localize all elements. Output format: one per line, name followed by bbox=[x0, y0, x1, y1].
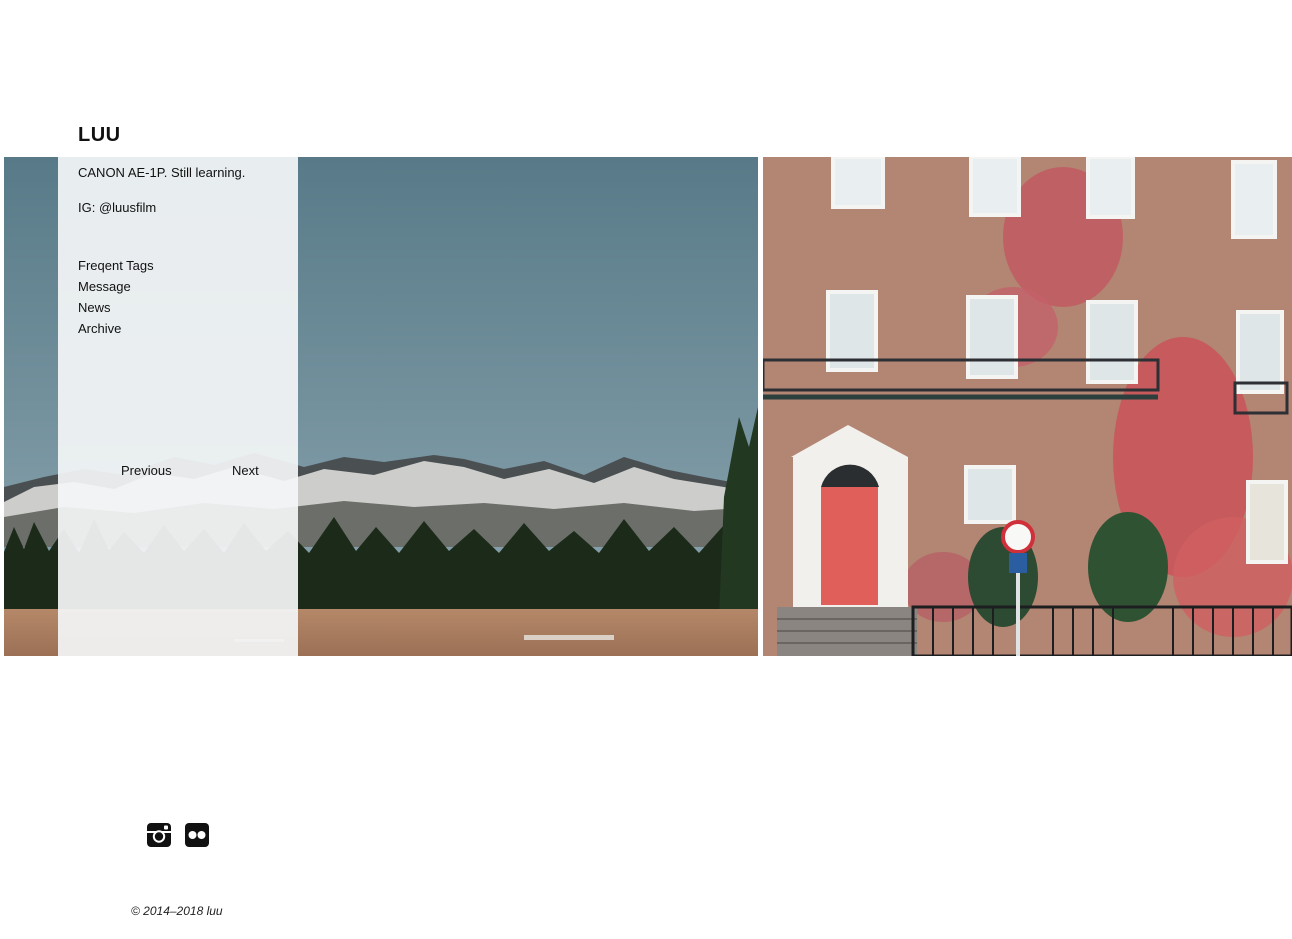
site-title[interactable]: LUU bbox=[78, 122, 121, 148]
instagram-handle: IG: @luusfilm bbox=[78, 200, 157, 215]
building-image bbox=[763, 157, 1292, 656]
footer-copyright: © 2014–2018 luu bbox=[131, 904, 223, 918]
nav-item-news[interactable]: News bbox=[78, 297, 278, 318]
flickr-icon[interactable] bbox=[184, 822, 210, 848]
nav-item-archive[interactable]: Archive bbox=[78, 318, 278, 339]
building-photo[interactable] bbox=[763, 157, 1292, 656]
instagram-icon[interactable] bbox=[146, 822, 172, 848]
previous-link[interactable]: Previous bbox=[121, 463, 172, 478]
sidebar: CANON AE-1P. Still learning. IG: @luusfi… bbox=[58, 157, 298, 656]
social-links bbox=[146, 822, 210, 848]
site-description: CANON AE-1P. Still learning. bbox=[78, 165, 246, 180]
nav-item-message[interactable]: Message bbox=[78, 276, 278, 297]
sidebar-nav: Freqent Tags Message News Archive bbox=[78, 255, 278, 339]
next-link[interactable]: Next bbox=[232, 463, 259, 478]
page: LUU CANON AE-1P. Still learning. IG: @lu… bbox=[0, 0, 1292, 939]
nav-item-freqent-tags[interactable]: Freqent Tags bbox=[78, 255, 278, 276]
